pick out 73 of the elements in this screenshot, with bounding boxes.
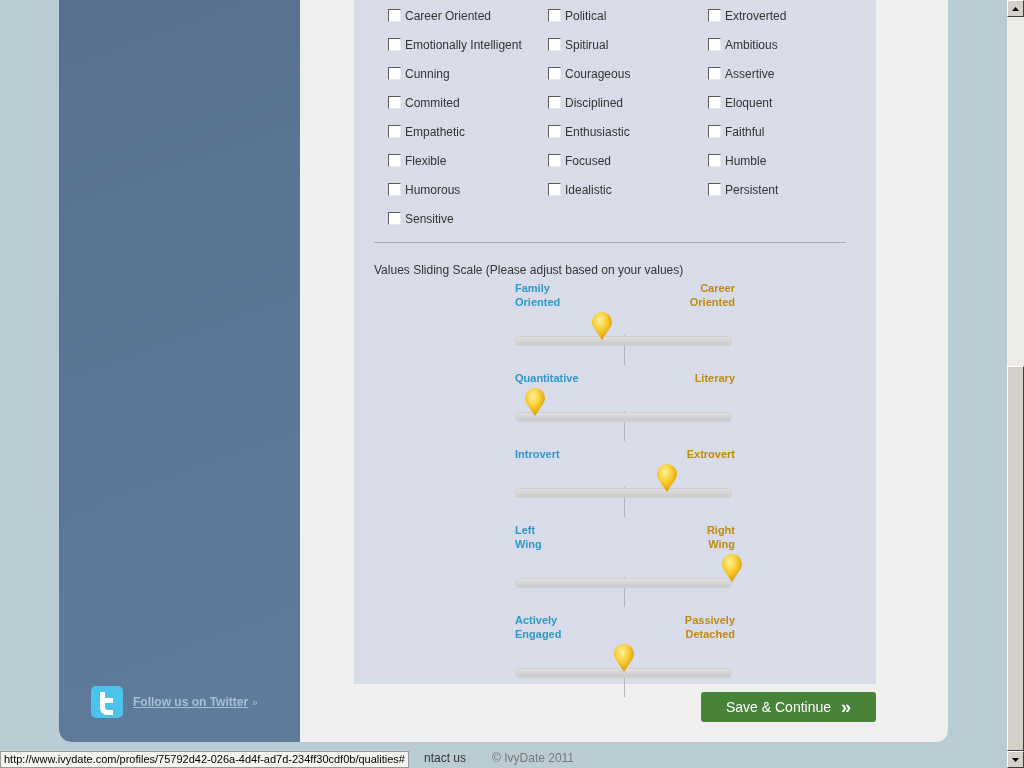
checkbox[interactable] <box>708 183 721 196</box>
scale-label: Family Oriented <box>515 281 561 309</box>
checkbox-label: Disciplined <box>565 95 624 110</box>
checkbox-label: Ambitious <box>725 37 778 52</box>
checkbox-label: Enthusiastic <box>565 124 630 139</box>
checkbox-label: Idealistic <box>565 182 612 197</box>
checkbox[interactable] <box>388 125 401 138</box>
checkbox-label: Assertive <box>725 66 775 81</box>
bird-logo-icon <box>91 686 123 718</box>
checkbox[interactable] <box>548 38 561 51</box>
checkbox-label: Career Oriented <box>405 8 492 23</box>
checkbox-label: Commited <box>405 95 460 110</box>
checkbox[interactable] <box>708 96 721 109</box>
checkbox[interactable] <box>548 183 561 196</box>
checkbox[interactable] <box>708 9 721 22</box>
checkbox[interactable] <box>388 212 401 225</box>
scroll-down-button[interactable] <box>1007 751 1024 768</box>
contact-link[interactable]: ntact us <box>424 751 467 765</box>
checkbox-label: Spitirual <box>565 37 609 52</box>
checkbox-label: Courageous <box>565 66 631 81</box>
checkbox-label: Political <box>565 8 607 23</box>
checkbox-label: Extroverted <box>725 8 787 23</box>
checkbox-label: Empathetic <box>405 124 466 139</box>
status-bar: http://www.ivydate.com/profiles/75792d42-026a-4d4f-ad7d-234ff30cdf0b/qualities# <box>0 751 409 768</box>
slider-thumb[interactable] <box>589 311 614 341</box>
checkbox[interactable] <box>388 183 401 196</box>
checkbox[interactable] <box>548 154 561 167</box>
checkbox-label: Eloquent <box>725 95 773 110</box>
scale-label: Right Wing <box>706 523 735 551</box>
section-heading: Values Sliding Scale (Please adjust based on your values) <box>374 263 685 277</box>
checkbox[interactable] <box>708 154 721 167</box>
checkbox[interactable] <box>548 96 561 109</box>
checkbox[interactable] <box>388 154 401 167</box>
checkbox-label: Emotionally Intelligent <box>405 37 522 52</box>
scale-label: Literary <box>694 371 735 385</box>
checkbox[interactable] <box>548 9 561 22</box>
checkbox-label: Sensitive <box>405 211 454 226</box>
scroll-thumb[interactable] <box>1007 366 1024 751</box>
checkbox-label: Cunning <box>405 66 450 81</box>
save-continue-button[interactable]: Save & Continue » <box>701 692 876 722</box>
checkbox[interactable] <box>388 96 401 109</box>
up-arrow-icon <box>1012 6 1019 11</box>
slider-thumb[interactable] <box>654 463 679 493</box>
checkbox-label: Humble <box>725 153 767 168</box>
checkbox[interactable] <box>388 38 401 51</box>
slider-thumb[interactable] <box>611 643 636 673</box>
scale-label: Actively Engaged <box>515 613 562 641</box>
scroll-up-button[interactable] <box>1007 0 1024 17</box>
scale-label: Left Wing <box>515 523 542 551</box>
checkbox[interactable] <box>388 67 401 80</box>
slider-thumb[interactable] <box>720 553 744 583</box>
checkbox-label: Flexible <box>405 153 447 168</box>
scrollbar[interactable] <box>1007 0 1024 768</box>
checkbox-label: Focused <box>565 153 612 168</box>
checkbox[interactable] <box>548 67 561 80</box>
scale-label: Introvert <box>515 447 560 461</box>
slider-thumb[interactable] <box>522 387 547 417</box>
arrow-icon: » <box>252 696 258 708</box>
scale-label: Quantitative <box>515 371 579 385</box>
scale-label: Extrovert <box>686 447 735 461</box>
scale-label: Passively Detached <box>684 613 735 641</box>
checkbox[interactable] <box>548 125 561 138</box>
checkbox-label: Humorous <box>405 182 461 197</box>
checkbox-label: Faithful <box>725 124 765 139</box>
down-arrow-icon <box>1012 757 1019 762</box>
checkbox-label: Persistent <box>725 182 779 197</box>
checkbox[interactable] <box>708 38 721 51</box>
checkbox[interactable] <box>708 125 721 138</box>
checkbox[interactable] <box>388 9 401 22</box>
twitter-link[interactable]: Follow us on Twitter <box>133 695 249 709</box>
copyright-text: © IvyDate 2011 <box>492 751 575 765</box>
scale-label: Career Oriented <box>689 281 735 309</box>
checkbox[interactable] <box>708 67 721 80</box>
